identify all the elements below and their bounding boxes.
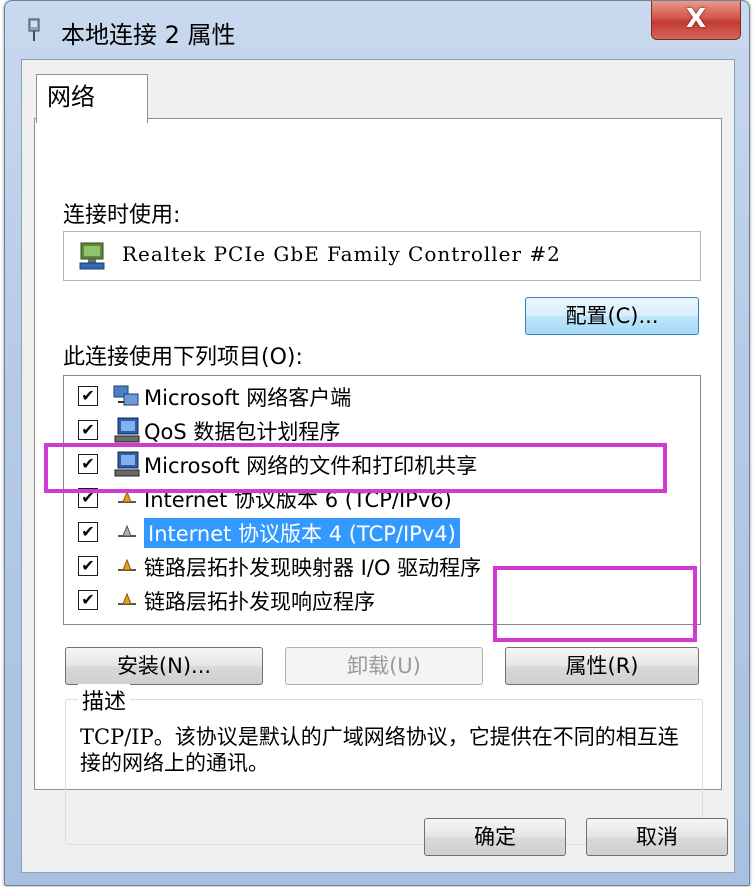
description-text: TCP/IP。该协议是默认的广域网络协议，它提供在不同的相互连接的网络上的通讯。 bbox=[80, 725, 679, 775]
items-label: 此连接使用下列项目(O): bbox=[63, 345, 303, 370]
item-label: Microsoft 网络客户端 bbox=[144, 386, 352, 410]
list-item-selected[interactable]: ✔ Internet 协议版本 4 (TCP/IPv4) bbox=[64, 516, 700, 550]
list-item[interactable]: ✔ Microsoft 网络客户端 bbox=[64, 380, 700, 414]
highlight-properties-button bbox=[493, 566, 697, 642]
item-label: QoS 数据包计划程序 bbox=[144, 420, 341, 444]
install-button[interactable]: 安装(N)... bbox=[65, 647, 263, 685]
checkbox[interactable]: ✔ bbox=[78, 386, 98, 406]
close-button[interactable]: X bbox=[651, 1, 741, 40]
checkbox[interactable]: ✔ bbox=[78, 556, 98, 576]
network-adapter-icon bbox=[25, 17, 43, 43]
highlight-ipv4-item bbox=[44, 443, 667, 493]
checkbox[interactable]: ✔ bbox=[78, 522, 98, 542]
properties-button[interactable]: 属性(R) bbox=[505, 647, 699, 685]
description-title: 描述 bbox=[78, 684, 131, 716]
window-title: 本地连接 2 属性 bbox=[61, 21, 236, 49]
protocol-icon bbox=[112, 586, 142, 614]
adapter-name: Realtek PCIe GbE Family Controller #2 bbox=[122, 242, 561, 266]
checkbox[interactable]: ✔ bbox=[78, 420, 98, 440]
computer-icon bbox=[112, 416, 142, 444]
network-adapter-icon bbox=[78, 240, 106, 272]
connect-using-label: 连接时使用: bbox=[63, 203, 181, 228]
item-label: 链路层拓扑发现映射器 I/O 驱动程序 bbox=[144, 556, 482, 580]
item-label: Internet 协议版本 4 (TCP/IPv4) bbox=[144, 518, 460, 548]
configure-button[interactable]: 配置(C)... bbox=[525, 297, 699, 335]
checkbox[interactable]: ✔ bbox=[78, 590, 98, 610]
cancel-button[interactable]: 取消 bbox=[586, 818, 728, 856]
item-label: 链路层拓扑发现响应程序 bbox=[144, 590, 375, 614]
uninstall-button[interactable]: 卸载(U) bbox=[285, 647, 483, 685]
ok-button[interactable]: 确定 bbox=[424, 818, 566, 856]
protocol-icon bbox=[112, 552, 142, 580]
tab-network[interactable]: 网络 bbox=[36, 74, 148, 123]
network-client-icon bbox=[112, 382, 142, 410]
title-bar[interactable]: 本地连接 2 属性 X bbox=[5, 1, 749, 59]
protocol-icon bbox=[112, 518, 142, 546]
adapter-field: Realtek PCIe GbE Family Controller #2 bbox=[63, 231, 701, 281]
